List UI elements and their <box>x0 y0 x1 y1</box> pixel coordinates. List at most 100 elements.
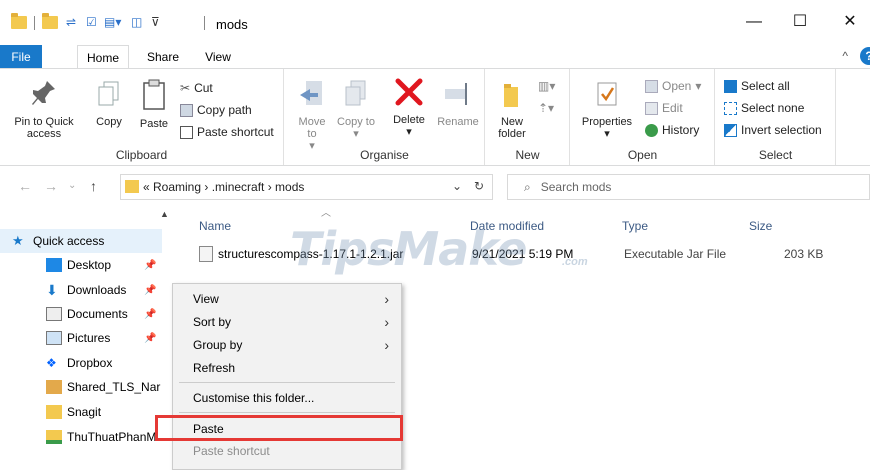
minimize-button[interactable]: — <box>734 8 774 36</box>
scroll-up-icon[interactable]: ▲ <box>160 209 169 219</box>
pictures-icon <box>46 331 62 345</box>
back-icon[interactable]: ← <box>18 178 32 194</box>
tab-share[interactable]: Share <box>138 45 188 69</box>
menu-item-customise[interactable]: Customise this folder... <box>173 387 401 409</box>
nav-item-desktop[interactable]: Desktop <box>46 253 111 277</box>
address-bar[interactable]: « Roaming › .minecraft › mods ⌄ ↻ <box>120 174 493 200</box>
select-label: Select <box>758 148 793 162</box>
context-menu: View › Sort by › Group by › Refresh Cust… <box>172 283 402 470</box>
copy-to-icon <box>337 79 375 112</box>
nav-item-documents[interactable]: Documents <box>46 302 128 326</box>
dropbox-icon: ❖ <box>46 356 57 370</box>
copy-path-icon <box>180 103 193 117</box>
nav-item-quick-access[interactable]: ★ Quick access <box>0 229 162 253</box>
copy-to-button[interactable]: Copy to ▾ <box>337 79 375 140</box>
delete-button[interactable]: Delete ▾ <box>387 77 431 138</box>
new-folder-button[interactable]: New folder <box>492 79 532 140</box>
divider <box>204 16 205 30</box>
open-icon <box>645 79 658 93</box>
recent-locations-icon[interactable]: ⌄ <box>68 180 76 191</box>
nav-item-dropbox[interactable]: ❖ Dropbox <box>46 351 112 375</box>
window-title: mods <box>216 17 248 32</box>
properties-check-icon <box>577 79 637 112</box>
breadcrumb[interactable]: « Roaming › .minecraft › mods <box>143 180 304 194</box>
column-header-size[interactable]: Size <box>749 219 772 233</box>
nav-item-pictures[interactable]: Pictures <box>46 326 110 350</box>
search-field[interactable]: ⌕ Search mods <box>507 174 870 200</box>
tab-home[interactable]: Home <box>77 45 129 69</box>
copy-path-button[interactable]: Copy path <box>180 103 252 117</box>
checkbox-icon[interactable]: ☑ <box>86 15 97 29</box>
star-icon: ★ <box>12 233 24 248</box>
tab-file[interactable]: File <box>0 45 42 69</box>
up-icon[interactable]: ↑ <box>90 178 97 194</box>
nav-item-thuthuatphanm[interactable]: ThuThuatPhanM <box>46 425 156 449</box>
maximize-button[interactable]: ☐ <box>780 8 820 36</box>
cut-button[interactable]: ✂ Cut <box>180 81 213 95</box>
paste-button[interactable]: Paste <box>134 79 174 130</box>
paste-shortcut-button[interactable]: Paste shortcut <box>180 125 274 139</box>
edit-button[interactable]: Edit <box>645 101 683 115</box>
new-group: New folder ▥▾ ⇡▾ New <box>486 69 570 165</box>
new-label: New <box>515 148 540 162</box>
move-to-icon <box>293 79 331 112</box>
nav-item-snagit[interactable]: Snagit <box>46 400 101 424</box>
folder-icon[interactable] <box>42 13 58 29</box>
toolbar-dropdown-icon[interactable]: ▤▾ <box>104 15 121 29</box>
desktop-icon <box>46 258 62 272</box>
rename-button[interactable]: Rename <box>433 79 483 128</box>
history-button[interactable]: History <box>645 123 699 137</box>
collapse-ribbon-button[interactable]: ^ <box>842 49 848 63</box>
new-item-button[interactable]: ▥▾ <box>538 79 555 93</box>
title-bar: ⇌ ☑ ▤▾ ◫ ⊽ mods — ☐ ✕ <box>0 0 870 45</box>
menu-item-group-by[interactable]: Group by › <box>173 334 401 356</box>
watermark-logo: TipsMake <box>290 222 527 276</box>
search-icon: ⌕ <box>524 179 531 194</box>
properties-icon[interactable]: ⇌ <box>66 15 76 29</box>
properties-button[interactable]: Properties ▾ <box>577 79 637 140</box>
invert-selection-button[interactable]: Invert selection <box>724 123 822 137</box>
chevron-right-icon: › <box>384 314 389 330</box>
column-header-name[interactable]: Name <box>199 219 231 233</box>
pin-icon: 📌 <box>144 285 157 296</box>
open-button[interactable]: Open ▾ <box>645 79 701 93</box>
file-size: 203 KB <box>784 247 824 261</box>
folder-sync-icon <box>46 430 62 444</box>
new-item-icon: ▥▾ <box>538 79 556 93</box>
folder-icon <box>11 13 27 29</box>
address-dropdown-icon[interactable]: ⌄ <box>452 179 462 193</box>
menu-item-sort-by[interactable]: Sort by › <box>173 311 401 333</box>
tab-view[interactable]: View <box>195 45 241 69</box>
documents-icon <box>46 307 62 321</box>
copy-icon <box>92 79 126 112</box>
close-button[interactable]: ✕ <box>830 8 870 36</box>
address-row: ← → ⌄ ↑ « Roaming › .minecraft › mods ⌄ … <box>0 167 870 205</box>
open-label: Open <box>627 148 658 162</box>
delete-icon <box>387 77 431 110</box>
qat-dropdown-icon[interactable]: ⊽ <box>151 15 160 29</box>
nav-item-shared-tls[interactable]: Shared_TLS_Nar <box>46 375 160 399</box>
sort-ascending-icon: ︿ <box>321 208 331 219</box>
layout-icon[interactable]: ◫ <box>131 15 142 29</box>
history-icon <box>645 123 658 137</box>
column-header-type[interactable]: Type <box>622 219 648 233</box>
pin-icon: 📌 <box>144 333 157 344</box>
nav-item-downloads[interactable]: ⬇ Downloads <box>46 278 126 302</box>
invert-selection-icon <box>724 123 737 137</box>
clipboard-group: Pin to Quick access Copy Paste ✂ Cut Cop… <box>0 69 284 165</box>
select-all-button[interactable]: Select all <box>724 79 790 93</box>
select-all-icon <box>724 79 737 93</box>
select-none-icon <box>724 101 737 115</box>
move-to-button[interactable]: Move to ▾ <box>293 79 331 152</box>
select-none-button[interactable]: Select none <box>724 101 804 115</box>
easy-access-button[interactable]: ⇡▾ <box>538 101 554 115</box>
help-icon[interactable]: ? <box>860 47 870 65</box>
open-group: Properties ▾ Open ▾ Edit History Open <box>571 69 715 165</box>
menu-item-refresh[interactable]: Refresh <box>173 357 401 379</box>
menu-item-view[interactable]: View › <box>173 288 401 310</box>
copy-button[interactable]: Copy <box>92 79 126 128</box>
menu-item-paste-shortcut: Paste shortcut <box>193 444 270 458</box>
refresh-icon[interactable]: ↻ <box>474 179 484 193</box>
pin-to-quick-access-button[interactable]: Pin to Quick access <box>4 79 84 140</box>
forward-icon[interactable]: → <box>44 178 58 194</box>
